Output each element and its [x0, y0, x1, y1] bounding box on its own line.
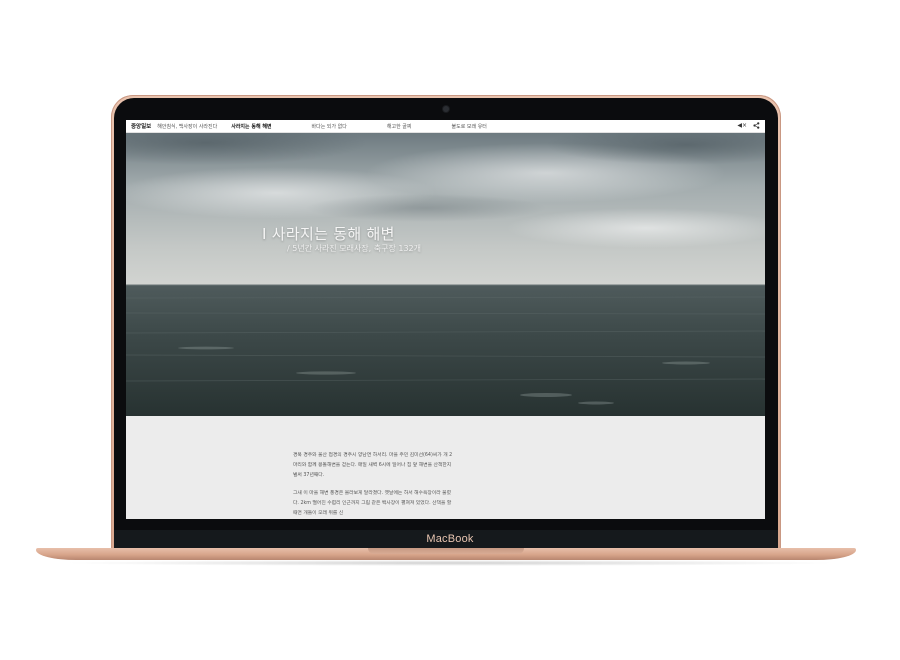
hero-title: I 사라지는 동해 해변 — [262, 225, 395, 243]
site-logo[interactable]: 중앙일보 — [131, 122, 151, 130]
series-title: 해안침식, 백사장이 사라진다 — [157, 123, 218, 130]
nav-item-chapter-1[interactable]: 사라지는 동해 해변 — [231, 123, 271, 130]
mute-icon[interactable]: ◀× — [737, 123, 747, 129]
nav-item-chapter-3[interactable]: 해고한 골찌 — [387, 123, 412, 130]
nav-item-chapter-4[interactable]: 불도로 모래 유터 — [452, 123, 487, 130]
sea-image — [126, 133, 765, 416]
nav-item-chapter-2[interactable]: 바다는 되가 없다 — [312, 123, 347, 130]
chapter-nav: 사라지는 동해 해변 바다는 되가 없다 해고한 골찌 불도로 모래 유터 — [231, 123, 527, 130]
hero-subtitle: / 5년간 사라진 모래사장, 축구장 132개 — [287, 244, 421, 253]
device-brand: MacBook — [426, 533, 474, 545]
site-header: 중앙일보 해안침식, 백사장이 사라진다 사라지는 동해 해변 바다는 되가 없… — [126, 120, 765, 133]
hero-video[interactable]: I 사라지는 동해 해변 / 5년간 사라진 모래사장, 축구장 132개 — [126, 133, 765, 416]
header-tools: ◀× — [737, 120, 760, 132]
webcam — [443, 106, 449, 112]
base-shadow — [60, 560, 840, 566]
article-body: 경북 경주와 울산 접경의 경주시 양남면 하서리. 마을 주민 김미선(64)… — [293, 451, 453, 519]
article-paragraph-1: 경북 경주와 울산 접경의 경주시 양남면 하서리. 마을 주민 김미선(64)… — [293, 453, 453, 478]
share-icon[interactable] — [753, 121, 760, 131]
screen: 중앙일보 해안침식, 백사장이 사라진다 사라지는 동해 해변 바다는 되가 없… — [126, 120, 765, 519]
base-notch — [368, 548, 524, 554]
laptop-mockup: 중앙일보 해안침식, 백사장이 사라진다 사라지는 동해 해변 바다는 되가 없… — [0, 0, 900, 660]
article-paragraph-2: 그새 이 마을 해변 풍경은 몰라보게 달라졌다. 옛날에는 하서 해수욕장이라… — [293, 491, 452, 516]
